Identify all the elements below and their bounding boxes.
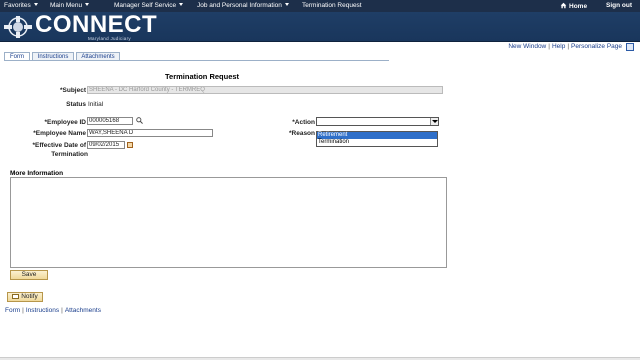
- page-layout-icon[interactable]: [626, 43, 634, 51]
- envelope-icon: [12, 294, 20, 299]
- chevron-down-icon: [284, 3, 289, 6]
- app-logo-subtitle: Maryland Judiciary: [88, 36, 131, 41]
- app-logo-title: CONNECT: [35, 11, 158, 38]
- footer-form-link[interactable]: Form: [5, 307, 20, 314]
- action-options-list: Retirement Termination: [316, 131, 438, 147]
- main-menu[interactable]: Main Menu: [50, 2, 90, 10]
- new-window-link[interactable]: New Window: [508, 43, 546, 50]
- more-information-textarea[interactable]: [10, 177, 447, 268]
- personalize-page-link[interactable]: Personalize Page: [571, 43, 622, 50]
- status-label: Status: [66, 101, 86, 108]
- subject-field: SHEENA - DC Harford County - TERMREQ: [87, 86, 443, 94]
- footer-attachments-link[interactable]: Attachments: [65, 307, 101, 314]
- save-button[interactable]: Save: [10, 270, 48, 280]
- status-value: Initial: [88, 101, 104, 108]
- action-option-termination[interactable]: Termination: [317, 139, 437, 146]
- more-information-label: More Information: [10, 170, 64, 177]
- employee-name-label: *Employee Name: [33, 130, 86, 137]
- employee-id-input[interactable]: 000005168: [87, 117, 133, 125]
- breadcrumb-manager-self-service[interactable]: Manager Self Service: [114, 2, 184, 10]
- action-option-retirement[interactable]: Retirement: [317, 132, 437, 139]
- employee-name-input[interactable]: WAY,SHEENA D: [87, 129, 213, 137]
- breadcrumb-job-personal-info[interactable]: Job and Personal Information: [197, 2, 289, 10]
- footer-instructions-link[interactable]: Instructions: [26, 307, 59, 314]
- reason-label: *Reason: [288, 130, 315, 137]
- favorites-menu[interactable]: Favorites: [4, 2, 38, 10]
- action-label: *Action: [292, 119, 315, 126]
- action-select[interactable]: [316, 117, 439, 126]
- sign-out-link[interactable]: Sign out: [606, 2, 632, 10]
- effective-date-label-line2: Termination: [51, 151, 88, 158]
- employee-id-label: *Employee ID: [44, 119, 86, 126]
- calendar-icon[interactable]: [127, 142, 133, 148]
- chevron-down-icon: [179, 3, 184, 6]
- app-banner: CONNECT Maryland Judiciary: [0, 12, 640, 42]
- subject-label: *Subject: [59, 87, 86, 94]
- home-icon: [560, 2, 567, 9]
- utility-links: New Window | Help | Personalize Page: [508, 43, 622, 50]
- effective-date-label: *Effective Date of: [32, 142, 86, 149]
- judiciary-seal-icon: [4, 16, 32, 38]
- page-title: Termination Request: [165, 72, 240, 81]
- chevron-down-icon[interactable]: [430, 118, 438, 125]
- home-link[interactable]: Home: [560, 2, 587, 11]
- footer-links: Form | Instructions | Attachments: [5, 307, 101, 314]
- chevron-down-icon: [33, 3, 38, 6]
- notify-button[interactable]: Notify: [7, 292, 43, 302]
- chevron-down-icon: [85, 3, 90, 6]
- search-icon[interactable]: [136, 117, 143, 124]
- help-link[interactable]: Help: [552, 43, 565, 50]
- tab-divider: [4, 60, 389, 61]
- breadcrumb-termination-request[interactable]: Termination Request: [302, 2, 362, 10]
- effective-date-input[interactable]: 09/02/2015: [87, 141, 125, 149]
